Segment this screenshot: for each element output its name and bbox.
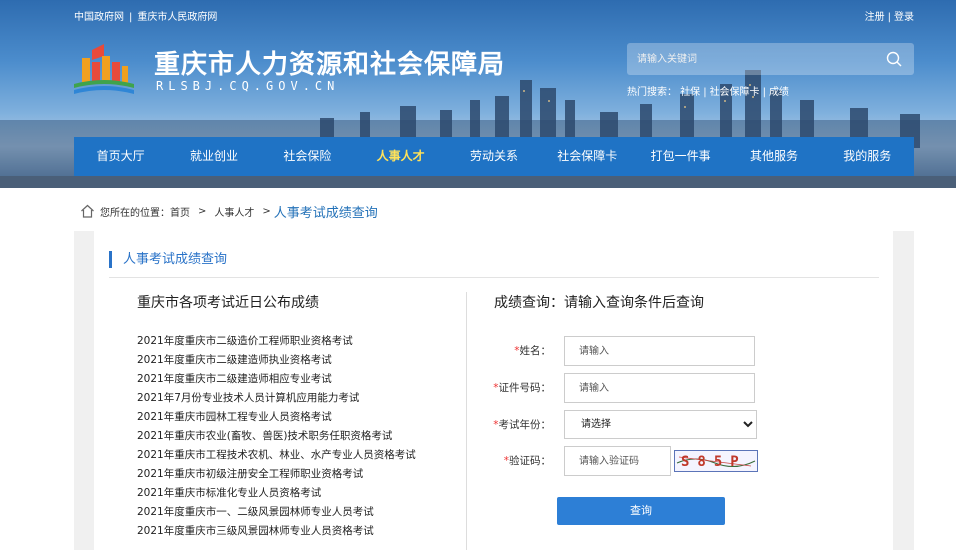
bureau-logo-icon: [74, 44, 134, 94]
exam-list-item[interactable]: 2021年重庆市农业(畜牧、兽医)技术职务任职资格考试: [137, 429, 416, 448]
gov-link[interactable]: 中国政府网: [74, 12, 124, 23]
nav-item-labor-relations[interactable]: 劳动关系: [447, 137, 540, 176]
exam-list-item[interactable]: 2021年度重庆市一、二级风景园林师专业人员考试: [137, 505, 416, 524]
hot-item[interactable]: 社保: [680, 87, 700, 98]
auth-links: 注册 | 登录: [864, 12, 914, 23]
site-title: 重庆市人力资源和社会保障局: [154, 50, 506, 80]
exam-list-item[interactable]: 2021年度重庆市二级建造师执业资格考试: [137, 353, 416, 372]
nav-item-my-services[interactable]: 我的服务: [821, 137, 914, 176]
exam-year-select[interactable]: 请选择: [564, 410, 757, 439]
breadcrumb-prefix: 您所在的位置：: [100, 207, 170, 219]
breadcrumb-home[interactable]: 首页: [170, 204, 190, 219]
exam-list-item[interactable]: 2021年度重庆市二级建造师相应专业考试: [137, 372, 416, 391]
search-box: [627, 43, 914, 75]
breadcrumb-current: 人事考试成绩查询: [273, 205, 378, 221]
name-label: *姓名：: [514, 345, 551, 357]
search-icon[interactable]: [886, 51, 902, 67]
site-domain: RLSBJ.CQ.GOV.CN: [156, 79, 340, 93]
register-link[interactable]: 注册: [865, 12, 885, 23]
login-link[interactable]: 登录: [894, 12, 914, 23]
exam-year-label: *考试年份：: [493, 419, 551, 431]
nav-item-home[interactable]: 首页大厅: [74, 137, 167, 176]
nav-item-personnel[interactable]: 人事人才: [354, 137, 447, 176]
nav-item-other[interactable]: 其他服务: [727, 137, 820, 176]
exam-list: 2021年度重庆市二级造价工程师职业资格考试 2021年度重庆市二级建造师执业资…: [137, 334, 416, 543]
hot-item[interactable]: 社会保障卡: [710, 87, 760, 98]
exam-list-item[interactable]: 2021年度重庆市三级风景园林师专业人员资格考试: [137, 524, 416, 543]
hot-item[interactable]: 成绩: [769, 87, 789, 98]
breadcrumb-personnel[interactable]: 人事人才: [214, 204, 254, 219]
captcha-graphic: S85P: [676, 454, 756, 470]
exam-list-item[interactable]: 2021年度重庆市二级造价工程师职业资格考试: [137, 334, 416, 353]
section-marker: [109, 251, 112, 268]
exam-list-item[interactable]: 2021年7月份专业技术人员计算机应用能力考试: [137, 391, 416, 410]
section-title: 人事考试成绩查询: [123, 252, 228, 267]
hot-label: 热门搜索：: [627, 87, 677, 98]
cq-gov-link[interactable]: 重庆市人民政府网: [137, 12, 217, 23]
nav-item-package[interactable]: 打包一件事: [634, 137, 727, 176]
nav-item-social-card[interactable]: 社会保障卡: [541, 137, 634, 176]
query-button[interactable]: 查询: [557, 497, 725, 525]
breadcrumb: 您所在的位置： 首页 > 人事人才 > 人事考试成绩查询: [80, 202, 378, 221]
id-number-field[interactable]: [564, 373, 755, 403]
search-input[interactable]: [627, 43, 877, 75]
home-icon: [81, 204, 94, 218]
captcha-label: *验证码：: [503, 455, 551, 467]
name-field[interactable]: [564, 336, 755, 366]
id-number-label: *证件号码：: [493, 382, 551, 394]
exam-list-item[interactable]: 2021年重庆市工程技术农机、林业、水产专业人员资格考试: [137, 448, 416, 467]
main-nav: 首页大厅 就业创业 社会保险 人事人才 劳动关系 社会保障卡 打包一件事 其他服…: [74, 137, 914, 176]
section-divider: [109, 277, 879, 278]
hot-searches: 热门搜索： 社保 | 社会保障卡 | 成绩: [627, 87, 789, 98]
captcha-field[interactable]: [564, 446, 671, 476]
nav-item-social-insurance[interactable]: 社会保险: [261, 137, 354, 176]
captcha-text: S85P: [681, 454, 747, 470]
exam-list-item[interactable]: 2021年重庆市初级注册安全工程师职业资格考试: [137, 467, 416, 486]
top-links: 中国政府网 | 重庆市人民政府网: [74, 12, 218, 23]
nav-item-employment[interactable]: 就业创业: [167, 137, 260, 176]
exam-list-item[interactable]: 2021年重庆市园林工程专业人员资格考试: [137, 410, 416, 429]
exam-list-item[interactable]: 2021年重庆市标准化专业人员资格考试: [137, 486, 416, 505]
captcha-image[interactable]: S85P: [674, 450, 758, 472]
exam-list-title: 重庆市各项考试近日公布成绩: [137, 295, 319, 311]
site-header: 中国政府网 | 重庆市人民政府网 注册 | 登录 重庆市人力资源和社会保障局 RLSBJ…: [0, 0, 956, 188]
query-form-title: 成绩查询：请输入查询条件后查询: [494, 295, 704, 311]
